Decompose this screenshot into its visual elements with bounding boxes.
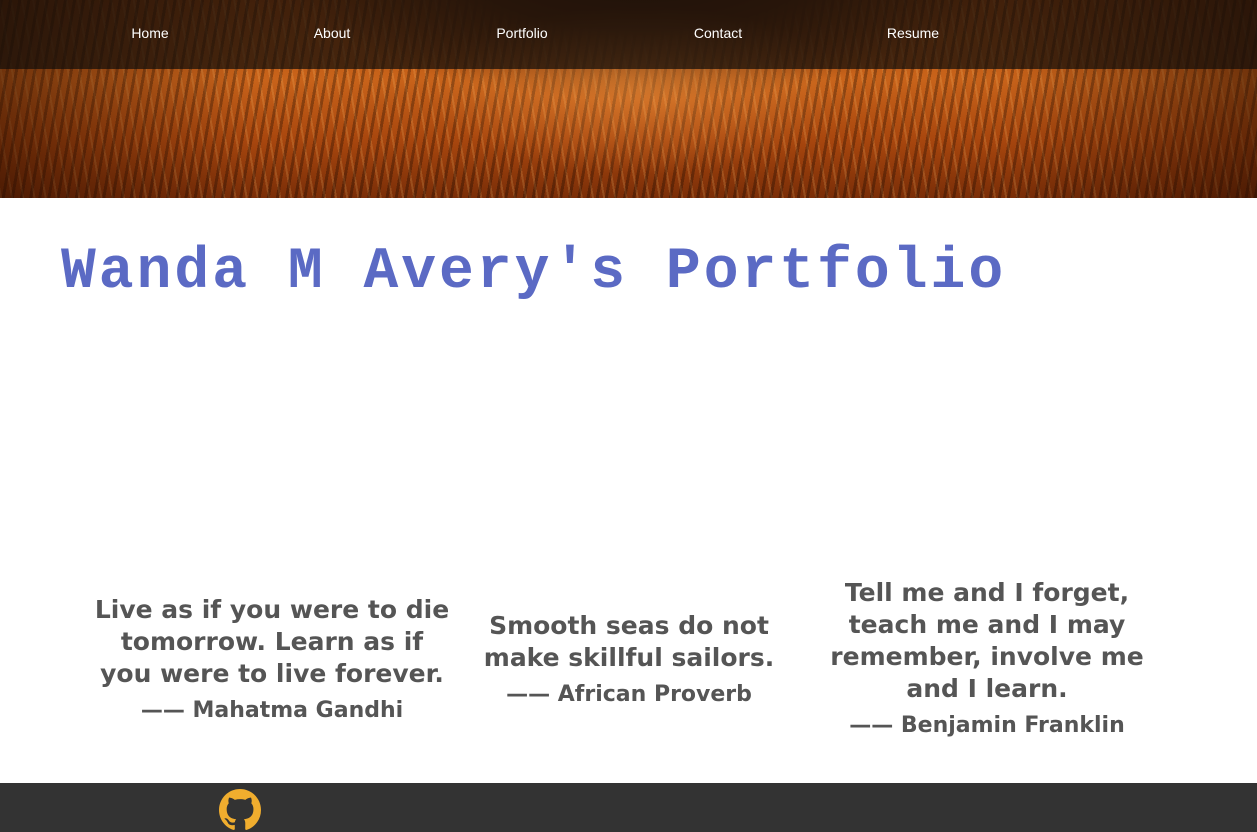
nav-resume[interactable]: Resume	[887, 25, 939, 41]
quote-proverb: Smooth seas do not make skillful sailors…	[474, 610, 784, 710]
quote-text: Live as if you were to die tomorrow. Lea…	[94, 595, 450, 688]
quote-text: Smooth seas do not make skillful sailors…	[483, 611, 775, 672]
quote-franklin: Tell me and I forget, teach me and I may…	[822, 577, 1152, 741]
top-navbar: Home About Portfolio Contact Resume	[0, 0, 1257, 69]
nav-contact[interactable]: Contact	[694, 25, 742, 41]
nav-about[interactable]: About	[314, 25, 351, 41]
quote-author: —— Benjamin Franklin	[849, 713, 1125, 738]
page-title: Wanda M Avery's Portfolio	[61, 240, 1007, 305]
quote-gandhi: Live as if you were to die tomorrow. Lea…	[92, 594, 452, 726]
nav-portfolio[interactable]: Portfolio	[496, 25, 547, 41]
quote-author: —— Mahatma Gandhi	[140, 698, 404, 723]
github-icon[interactable]	[219, 789, 261, 831]
quote-author: —— African Proverb	[506, 682, 752, 707]
footer	[0, 783, 1257, 832]
quote-text: Tell me and I forget, teach me and I may…	[830, 578, 1144, 703]
nav-home[interactable]: Home	[131, 25, 168, 41]
